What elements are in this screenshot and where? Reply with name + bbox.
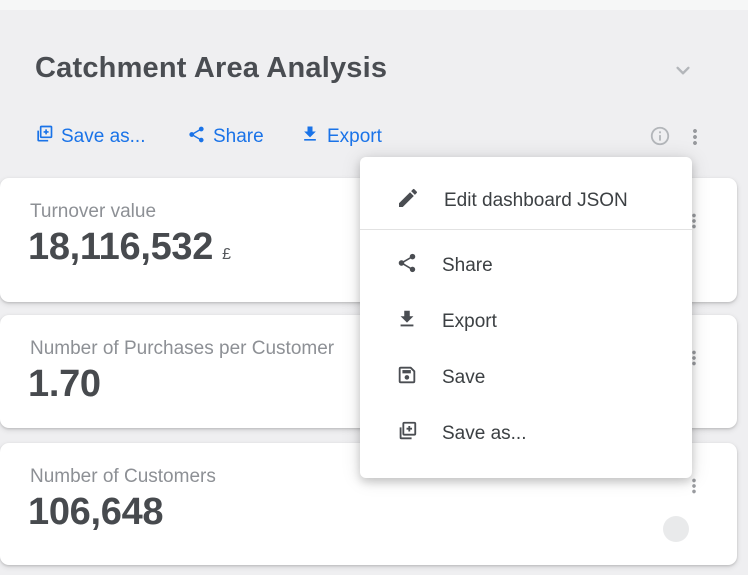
menu-item-label: Share [442,255,493,277]
share-icon [187,125,206,150]
export-button[interactable]: Export [300,124,382,150]
dashboard-dropdown-menu: Edit dashboard JSON Share Export Save Sa… [360,157,692,478]
save-as-icon [34,124,54,150]
edit-icon [396,186,420,216]
share-icon [396,252,418,280]
collapse-dashboard-button[interactable] [670,57,696,83]
menu-item-label: Save as... [442,423,527,445]
kpi-value-number: 1.70 [28,363,101,406]
kpi-value-number: 18,116,532 [28,226,213,269]
kpi-value: 106,648 [28,491,163,534]
more-vert-icon [683,136,707,153]
info-button[interactable] [649,125,673,149]
save-as-icon [396,420,418,448]
kpi-label: Number of Purchases per Customer [30,338,334,360]
kpi-value-number: 106,648 [28,491,163,534]
export-icon [396,308,418,336]
menu-item-save[interactable]: Save [360,350,692,406]
save-icon [396,364,418,392]
kpi-unit: £ [222,246,231,264]
export-label: Export [327,126,382,148]
kpi-value: 1.70 [28,363,101,406]
kpi-label: Number of Customers [30,466,216,488]
save-as-label: Save as... [61,126,146,148]
menu-item-label: Save [442,367,485,389]
export-icon [300,124,320,150]
dashboard-view: Catchment Area Analysis Save as... Share… [0,0,748,575]
more-vert-icon [683,484,705,501]
dashboard-menu-button[interactable] [683,125,707,149]
save-as-button[interactable]: Save as... [34,124,146,150]
kpi-label: Turnover value [30,201,156,223]
menu-divider [360,229,692,230]
menu-item-label: Edit dashboard JSON [444,190,628,212]
menu-item-label: Export [442,311,497,333]
card-menu-button[interactable] [683,475,707,499]
chevron-down-icon [670,70,696,87]
info-icon [649,134,671,151]
share-button[interactable]: Share [187,124,264,150]
kpi-value: 18,116,532 £ [28,226,231,269]
menu-item-export[interactable]: Export [360,294,692,350]
top-edge-strip [0,0,748,10]
menu-item-share[interactable]: Share [360,238,692,294]
page-title: Catchment Area Analysis [35,52,387,85]
menu-item-save-as[interactable]: Save as... [360,406,692,462]
gray-dot-indicator [663,516,689,542]
menu-item-edit-dashboard-json[interactable]: Edit dashboard JSON [360,173,692,229]
share-label: Share [213,126,264,148]
